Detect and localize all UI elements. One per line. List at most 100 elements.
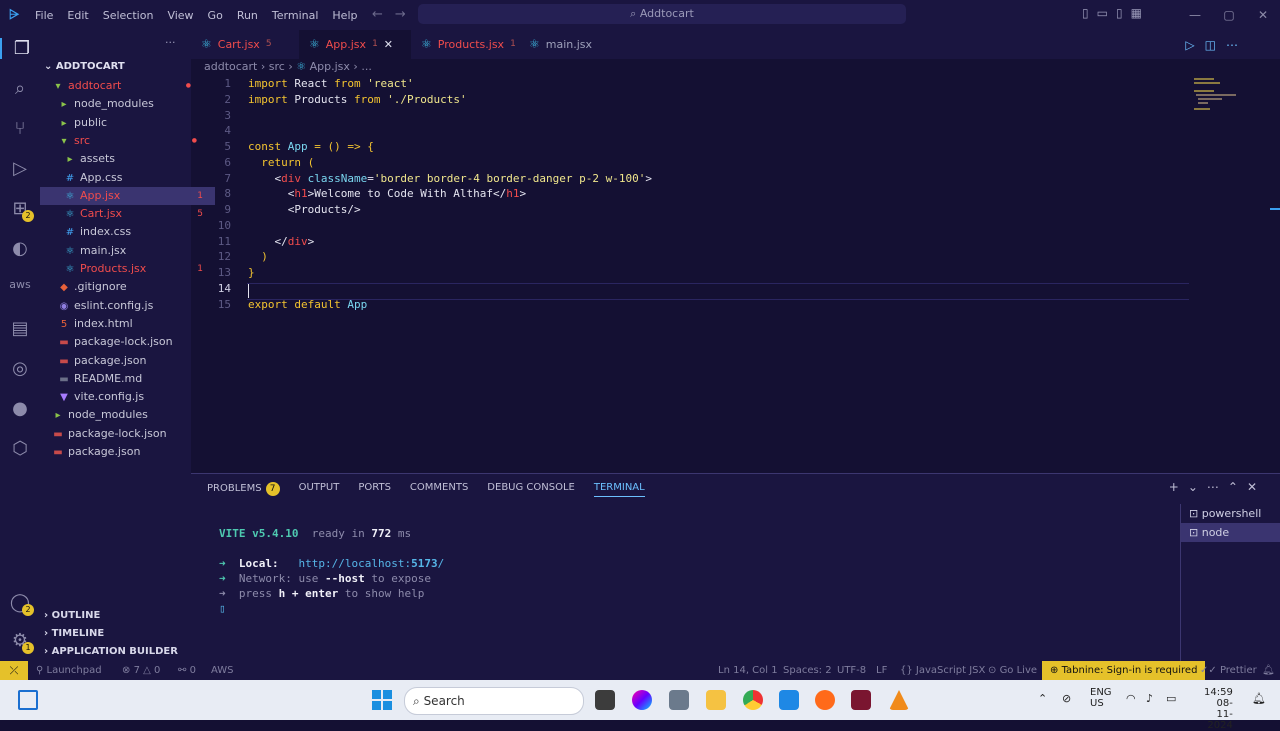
breadcrumb-item[interactable]: addtocart bbox=[204, 60, 257, 73]
tree-item-package-lock-json[interactable]: ▬ package-lock.json bbox=[40, 425, 203, 443]
toggle-panel-icon[interactable]: ▭ bbox=[1097, 6, 1108, 20]
indentation[interactable]: Spaces: 2 bbox=[783, 661, 832, 680]
battery-icon[interactable]: ▭ bbox=[1166, 692, 1176, 705]
copilot-app-icon[interactable] bbox=[632, 690, 652, 710]
forward-arrow-icon[interactable]: → bbox=[395, 7, 418, 22]
tree-item-main-jsx[interactable]: ⚛ main.jsx bbox=[40, 242, 215, 260]
volume-icon[interactable]: ♪ bbox=[1146, 692, 1153, 705]
extensions-icon[interactable]: ⊞ bbox=[0, 198, 40, 219]
tree-item-public[interactable]: ▸ public bbox=[40, 114, 209, 132]
code-line[interactable]: <h1>Welcome to Code With Althaf</h1> bbox=[248, 186, 526, 202]
section-outline[interactable]: › OUTLINE bbox=[44, 610, 100, 621]
code-line[interactable]: return ( bbox=[248, 155, 314, 171]
problems-status[interactable]: ⊗ 7 △ 0 bbox=[122, 661, 160, 680]
menu-selection[interactable]: Selection bbox=[96, 9, 161, 22]
rider-app-icon[interactable] bbox=[851, 690, 871, 710]
breadcrumb-item[interactable]: src bbox=[269, 60, 285, 73]
go-live[interactable]: ⊙ Go Live bbox=[988, 661, 1037, 680]
tree-item--gitignore[interactable]: ◆ .gitignore bbox=[40, 278, 209, 296]
code-line[interactable]: const App = () => { bbox=[248, 139, 374, 155]
aws-icon[interactable]: aws bbox=[0, 278, 40, 291]
launchpad-item[interactable]: ⚲ Launchpad bbox=[36, 661, 102, 680]
terminal-output[interactable]: VITE v5.4.10 ready in 772 ms ➜ Local: ht… bbox=[219, 526, 444, 616]
explorer-root[interactable]: ⌄ ADDTOCART bbox=[44, 61, 125, 72]
tab-ports[interactable]: PORTS bbox=[358, 482, 391, 497]
tab-comments[interactable]: COMMENTS bbox=[410, 482, 468, 497]
tree-item-node-modules[interactable]: ▸ node_modules bbox=[40, 95, 209, 113]
toggle-secondary-sidebar-icon[interactable]: ▯ bbox=[1116, 6, 1123, 20]
tree-item-assets[interactable]: ▸ assets bbox=[40, 150, 215, 168]
menu-run[interactable]: Run bbox=[230, 9, 265, 22]
tree-item-vite-config-js[interactable]: ▼ vite.config.js bbox=[40, 388, 209, 406]
more-icon[interactable]: ⋯ bbox=[1207, 480, 1228, 494]
menu-view[interactable]: View bbox=[160, 9, 200, 22]
encoding[interactable]: UTF-8 bbox=[837, 661, 866, 680]
docker-icon[interactable]: ▤ bbox=[0, 318, 40, 339]
edge-icon[interactable]: ◐ bbox=[0, 238, 40, 259]
tree-item-readme-md[interactable]: ▬ README.md bbox=[40, 370, 209, 388]
language-indicator[interactable]: ENG US bbox=[1090, 687, 1112, 709]
code-line[interactable]: </div> bbox=[248, 234, 314, 250]
tab-problems[interactable]: PROBLEMS 7 bbox=[207, 482, 280, 497]
camera-app-icon[interactable] bbox=[669, 690, 689, 710]
windows-start-icon[interactable] bbox=[372, 690, 392, 710]
code-line[interactable]: } bbox=[248, 265, 255, 281]
tab-main-jsx[interactable]: ⚛ main.jsx bbox=[519, 30, 627, 59]
tree-item-index-html[interactable]: 5 index.html bbox=[40, 315, 209, 333]
source-control-icon[interactable]: ⑂ bbox=[0, 118, 40, 139]
minimize-icon[interactable]: — bbox=[1178, 0, 1212, 30]
prettier-status[interactable]: ✓✓ Prettier bbox=[1200, 661, 1257, 680]
tab-app-jsx[interactable]: ⚛ App.jsx 1 ✕ bbox=[299, 30, 411, 59]
breadcrumb-item[interactable]: ... bbox=[361, 60, 372, 73]
vpn-icon[interactable]: ⊘ bbox=[1062, 692, 1071, 705]
tabnine-status[interactable]: ⊕ Tabnine: Sign-in is required bbox=[1042, 661, 1206, 680]
tree-item-eslint-config-js[interactable]: ◉ eslint.config.js bbox=[40, 297, 209, 315]
clock[interactable]: 14:59 08-11-2024 bbox=[1204, 687, 1233, 731]
code-line[interactable]: import React from 'react' bbox=[248, 76, 414, 92]
explorer-icon[interactable]: ❐ bbox=[0, 38, 42, 59]
toggle-sidebar-icon[interactable]: ▯ bbox=[1082, 6, 1089, 20]
back-arrow-icon[interactable]: ← bbox=[372, 7, 395, 22]
menu-help[interactable]: Help bbox=[325, 9, 364, 22]
new-terminal-icon[interactable]: + bbox=[1169, 480, 1188, 494]
tree-item-products-jsx[interactable]: ⚛ Products.jsx 1 bbox=[40, 260, 215, 278]
tab-cart-jsx[interactable]: ⚛ Cart.jsx 5 bbox=[191, 30, 299, 59]
tree-item-app-jsx[interactable]: ⚛ App.jsx 1 bbox=[40, 186, 215, 205]
tree-item-index-css[interactable]: # index.css bbox=[40, 223, 215, 241]
task-view-icon[interactable] bbox=[18, 690, 38, 710]
menu-file[interactable]: File bbox=[28, 9, 60, 22]
section-timeline[interactable]: › TIMELINE bbox=[44, 628, 104, 639]
more-actions-icon[interactable]: ··· bbox=[165, 36, 176, 49]
terminal-app-icon[interactable] bbox=[595, 690, 615, 710]
close-tab-icon[interactable]: ✕ bbox=[384, 30, 393, 59]
local-url[interactable]: http://localhost:5173/ bbox=[299, 557, 445, 570]
tree-item-node-modules[interactable]: ▸ node_modules bbox=[40, 406, 203, 424]
file-explorer-icon[interactable] bbox=[706, 690, 726, 710]
code-line[interactable]: export default App bbox=[248, 297, 367, 313]
tab-output[interactable]: OUTPUT bbox=[299, 482, 340, 497]
tree-item-package-json[interactable]: ▬ package.json bbox=[40, 352, 209, 370]
menu-go[interactable]: Go bbox=[201, 9, 230, 22]
end-of-line[interactable]: LF bbox=[876, 661, 887, 680]
terminal-item-node[interactable]: ⊡ node bbox=[1181, 523, 1280, 542]
language-mode[interactable]: {} JavaScript JSX bbox=[900, 661, 985, 680]
vlc-app-icon[interactable] bbox=[889, 690, 909, 710]
gitlens-icon[interactable]: ◎ bbox=[0, 358, 40, 379]
customize-layout-icon[interactable]: ▦ bbox=[1131, 6, 1142, 20]
code-line[interactable]: <div className='border border-4 border-d… bbox=[248, 171, 652, 187]
maximize-panel-icon[interactable]: ⌃ bbox=[1228, 480, 1247, 494]
code-line[interactable]: import Products from './Products' bbox=[248, 92, 467, 108]
tree-item-cart-jsx[interactable]: ⚛ Cart.jsx 5 bbox=[40, 205, 215, 223]
run-debug-icon[interactable]: ▷ bbox=[0, 158, 40, 179]
code-line[interactable]: <Products/> bbox=[248, 202, 361, 218]
show-hidden-icons-chevron-icon[interactable]: ⌃ bbox=[1038, 692, 1047, 705]
minimap[interactable] bbox=[1190, 60, 1280, 472]
github-icon[interactable]: ● bbox=[0, 398, 40, 419]
run-icon[interactable]: ▷ bbox=[1185, 38, 1204, 52]
cursor-position[interactable]: Ln 14, Col 1 bbox=[718, 661, 778, 680]
tab-products-jsx[interactable]: ⚛ Products.jsx 1 bbox=[411, 30, 519, 59]
taskbar-search[interactable]: ⌕ Search bbox=[404, 687, 584, 715]
wifi-icon[interactable]: ◠ bbox=[1126, 692, 1136, 705]
section-application-builder[interactable]: › APPLICATION BUILDER bbox=[44, 646, 178, 657]
tree-item-app-css[interactable]: # App.css bbox=[40, 169, 215, 187]
